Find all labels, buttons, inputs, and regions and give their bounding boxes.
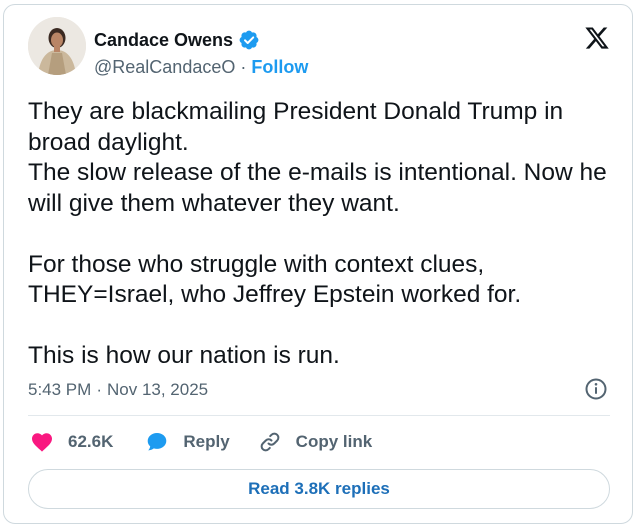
author-handle[interactable]: @RealCandaceO: [94, 57, 235, 78]
divider: [28, 415, 610, 416]
author-handle-row: @RealCandaceO · Follow: [94, 57, 308, 78]
read-replies-label: Read 3.8K replies: [248, 479, 390, 498]
avatar-image: [28, 17, 86, 75]
like-count: 62.6K: [68, 432, 114, 451]
follow-button[interactable]: Follow: [251, 57, 308, 78]
copy-link-button[interactable]: Copy link: [258, 430, 373, 454]
reply-button[interactable]: Reply: [145, 430, 230, 454]
info-icon[interactable]: [584, 377, 608, 401]
author-name[interactable]: Candace Owens: [94, 30, 233, 51]
tweet-text: They are blackmailing President Donald T…: [28, 98, 607, 369]
read-replies-button[interactable]: Read 3.8K replies: [28, 469, 610, 509]
tweet-date: Nov 13, 2025: [106, 380, 209, 399]
reply-label: Reply: [183, 432, 230, 451]
link-icon: [260, 432, 280, 452]
like-button[interactable]: 62.6K: [30, 430, 113, 454]
x-logo-icon[interactable]: [584, 25, 610, 51]
tweet-timestamp[interactable]: 5:43 PM · Nov 13, 2025: [28, 380, 208, 400]
copy-link-label: Copy link: [295, 432, 373, 451]
reply-bubble-icon: [148, 433, 167, 451]
avatar[interactable]: [28, 17, 86, 75]
tweet-card: Candace Owens @RealCandaceO · Follow The…: [3, 4, 633, 524]
heart-icon: [32, 433, 52, 452]
author-name-row: Candace Owens: [94, 29, 260, 51]
separator-dot: ·: [240, 57, 247, 77]
timestamp-separator: ·: [96, 380, 102, 399]
verified-badge-icon: [238, 29, 260, 51]
tweet-time: 5:43 PM: [28, 380, 92, 399]
tweet-actions: 62.6K Reply Copy link: [30, 430, 372, 454]
